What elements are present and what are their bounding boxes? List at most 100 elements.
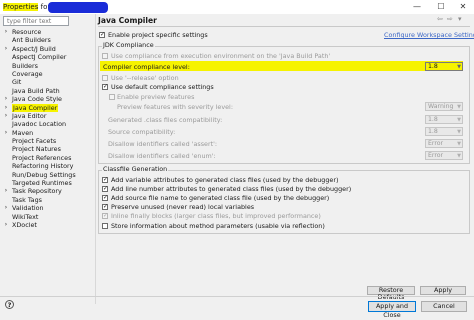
tree-item-label: Run/Debug Settings: [12, 170, 76, 179]
use-default-compliance-checkbox[interactable]: [102, 83, 108, 90]
jdk-compliance-title: JDK Compliance: [102, 41, 155, 49]
chevron-right-icon[interactable]: ›: [3, 112, 9, 120]
chevron-right-icon[interactable]: ›: [3, 28, 9, 36]
enable-preview-label: Enable preview features: [117, 93, 195, 101]
enum-label: Disallow identifiers called 'enum':: [108, 152, 216, 160]
tree-item-label: Project References: [12, 153, 72, 162]
use-release-checkbox[interactable]: [102, 75, 108, 81]
tree-item[interactable]: › Aspect/J Build: [3, 45, 93, 53]
tree-item[interactable]: Project References: [3, 154, 93, 162]
tree-item[interactable]: Project Facets: [3, 137, 93, 145]
use-execution-env-label: Use compliance from execution environmen…: [111, 52, 331, 60]
tree-item-label: Task Tags: [12, 195, 42, 204]
chevron-down-icon: ▼: [457, 104, 461, 110]
chevron-right-icon[interactable]: ›: [3, 204, 9, 212]
tree-item[interactable]: › XDoclet: [3, 221, 93, 229]
enable-project-settings-label: Enable project specific settings: [108, 31, 208, 39]
tree-item-label: Builders: [12, 61, 38, 70]
minimize-button[interactable]: —: [410, 1, 424, 13]
compliance-level-select[interactable]: 1.8 ▼: [425, 62, 463, 71]
pane-divider[interactable]: [95, 14, 96, 304]
tree-item-label: Java Compiler: [12, 103, 59, 112]
generated-class-label: Generated .class files compatibility:: [108, 116, 223, 124]
classfile-opt-source-name-checkbox[interactable]: [102, 194, 108, 201]
tree-item[interactable]: Java Build Path: [3, 87, 93, 95]
apply-and-close-button[interactable]: Apply and Close: [368, 301, 416, 319]
tree-item[interactable]: WikiText: [3, 213, 93, 221]
tree-item[interactable]: Task Tags: [3, 196, 93, 204]
enable-preview-checkbox[interactable]: [109, 94, 115, 100]
use-execution-env-checkbox[interactable]: [102, 53, 108, 59]
classfile-opt-method-params-checkbox[interactable]: [102, 223, 108, 229]
tree-item[interactable]: › Validation: [3, 204, 93, 212]
compliance-level-label: Compiler compliance level:: [103, 63, 190, 71]
classfile-opt-line-numbers-checkbox[interactable]: [102, 185, 108, 192]
tree-item-label: Java Build Path: [12, 86, 60, 95]
chevron-right-icon[interactable]: ›: [3, 187, 9, 195]
tree-item[interactable]: › Maven: [3, 129, 93, 137]
tree-item-label: Java Editor: [12, 111, 47, 120]
window-title: Properties for: [3, 3, 50, 11]
tree-item[interactable]: › Resource: [3, 28, 93, 36]
assert-value: Error: [428, 140, 444, 147]
tree-item-label: WikiText: [12, 212, 39, 221]
forward-icon[interactable]: ⇨: [447, 15, 453, 23]
classfile-opt-variable-attrs-checkbox[interactable]: [102, 176, 108, 183]
use-release-label: Use '--release' option: [111, 74, 179, 82]
chevron-right-icon[interactable]: ›: [3, 104, 9, 112]
tree-item[interactable]: Refactoring History: [3, 162, 93, 170]
close-window-button[interactable]: ✕: [456, 1, 470, 13]
classfile-opt-line-numbers-label: Add line number attributes to generated …: [111, 185, 352, 193]
restore-defaults-button[interactable]: Restore Defaults: [367, 286, 415, 301]
source-compat-select[interactable]: 1.8 ▼: [425, 127, 463, 136]
cancel-button[interactable]: Cancel: [421, 301, 467, 312]
assert-select[interactable]: Error ▼: [425, 139, 463, 148]
tree-item[interactable]: › Task Repository: [3, 187, 93, 195]
view-menu-icon[interactable]: ▾: [458, 15, 462, 23]
tree-item-label: Refactoring History: [12, 162, 74, 171]
generated-class-select[interactable]: 1.8 ▼: [425, 115, 463, 124]
tree-item[interactable]: › Java Compiler: [3, 103, 93, 112]
assert-label: Disallow identifiers called 'assert':: [108, 140, 218, 148]
tree-item[interactable]: AspectJ Compiler: [3, 53, 93, 61]
chevron-down-icon: ▼: [457, 64, 461, 70]
maximize-button[interactable]: ☐: [434, 1, 448, 13]
chevron-right-icon[interactable]: ›: [3, 129, 9, 137]
tree-item-label: Ant Builders: [12, 36, 51, 45]
tree-item-label: Task Repository: [12, 187, 62, 196]
tree-item-label: XDoclet: [12, 220, 37, 229]
enum-select[interactable]: Error ▼: [425, 151, 463, 160]
tree-item[interactable]: Builders: [3, 62, 93, 70]
tree-item[interactable]: Project Natures: [3, 145, 93, 153]
chevron-right-icon[interactable]: ›: [3, 45, 9, 53]
tree-item[interactable]: Targeted Runtimes: [3, 179, 93, 187]
classfile-opt-inline-finally-label: Inline finally blocks (larger class file…: [111, 212, 321, 220]
preview-severity-value: Warning: [428, 103, 454, 110]
help-icon[interactable]: ?: [5, 300, 14, 309]
back-icon[interactable]: ⇦: [437, 15, 443, 23]
tree-item[interactable]: Run/Debug Settings: [3, 171, 93, 179]
configure-workspace-link[interactable]: Configure Workspace Settings...: [384, 31, 474, 39]
page-title: Java Compiler: [98, 16, 157, 25]
chevron-right-icon[interactable]: ›: [3, 95, 9, 103]
footer-separator: [0, 296, 474, 297]
apply-button[interactable]: Apply: [420, 286, 466, 295]
tree-item-label: Javadoc Location: [12, 120, 67, 129]
classfile-opt-preserve-unused-checkbox[interactable]: [102, 203, 108, 210]
filter-input[interactable]: [3, 16, 69, 26]
classfile-title: Classfile Generation: [102, 165, 169, 173]
preview-severity-select[interactable]: Warning ▼: [425, 102, 463, 111]
tree-item[interactable]: Coverage: [3, 70, 93, 78]
chevron-down-icon: ▼: [457, 117, 461, 123]
enum-value: Error: [428, 152, 444, 159]
tree-item-label: Resource: [12, 28, 42, 36]
tree-item[interactable]: › Java Editor: [3, 112, 93, 120]
tree-item[interactable]: › Java Code Style: [3, 95, 93, 103]
tree-item[interactable]: Ant Builders: [3, 36, 93, 44]
classfile-opt-inline-finally-checkbox[interactable]: [102, 212, 108, 219]
chevron-right-icon[interactable]: ›: [3, 221, 9, 229]
tree-item[interactable]: Git: [3, 78, 93, 86]
tree-item-label: Validation: [12, 204, 44, 213]
enable-project-settings-checkbox[interactable]: [99, 31, 105, 38]
tree-item[interactable]: Javadoc Location: [3, 120, 93, 128]
